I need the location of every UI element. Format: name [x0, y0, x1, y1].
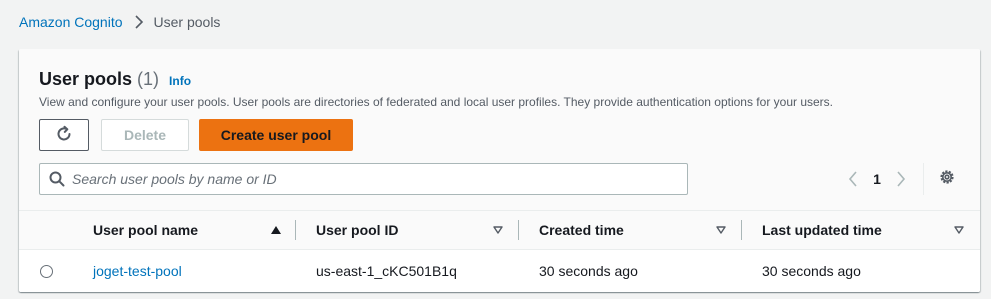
- table-header: User pool name User pool ID Created time…: [19, 211, 980, 250]
- last-updated-time: 30 seconds ago: [762, 263, 861, 279]
- info-link[interactable]: Info: [169, 74, 191, 88]
- row-select-radio[interactable]: [40, 265, 53, 278]
- column-header-created-time[interactable]: Created time: [539, 211, 624, 249]
- user-pools-header: User pools (1) Info View and configure y…: [19, 49, 980, 211]
- sort-icon[interactable]: [490, 211, 506, 249]
- pagination: 1: [841, 167, 913, 191]
- settings-button[interactable]: [935, 167, 959, 191]
- user-pools-container: User pools (1) Info View and configure y…: [19, 49, 980, 292]
- breadcrumb: Amazon Cognito User pools: [19, 12, 220, 32]
- column-divider: [741, 220, 742, 240]
- refresh-button[interactable]: [39, 119, 89, 151]
- column-divider: [518, 220, 519, 240]
- pool-count: (1): [137, 69, 160, 89]
- table-row[interactable]: joget-test-pool us-east-1_cKC501B1q 30 s…: [19, 250, 980, 292]
- breadcrumb-user-pools: User pools: [153, 14, 221, 30]
- search-icon: [42, 171, 72, 187]
- breadcrumb-amazon-cognito[interactable]: Amazon Cognito: [19, 14, 123, 30]
- create-user-pool-button[interactable]: Create user pool: [199, 119, 353, 151]
- previous-page-icon[interactable]: [841, 167, 865, 191]
- search-box: [39, 163, 688, 195]
- column-header-last-updated-time[interactable]: Last updated time: [762, 211, 882, 249]
- search-input[interactable]: [72, 165, 687, 193]
- user-pool-id: us-east-1_cKC501B1q: [316, 263, 457, 279]
- user-pool-name-link[interactable]: joget-test-pool: [93, 250, 182, 292]
- column-header-user-pool-name[interactable]: User pool name: [93, 211, 198, 249]
- column-divider: [295, 220, 296, 240]
- next-page-icon[interactable]: [889, 167, 913, 191]
- created-time: 30 seconds ago: [539, 263, 638, 279]
- pagination-divider: [923, 163, 924, 195]
- sort-icon[interactable]: [713, 211, 729, 249]
- column-header-user-pool-id[interactable]: User pool ID: [316, 211, 398, 249]
- page-number[interactable]: 1: [865, 171, 889, 187]
- page-title: User pools: [39, 69, 133, 89]
- refresh-icon: [55, 125, 73, 146]
- gear-icon: [938, 168, 956, 191]
- title-row: User pools (1) Info: [39, 69, 191, 90]
- chevron-right-icon: [134, 15, 144, 29]
- sort-ascending-icon[interactable]: [268, 211, 284, 249]
- delete-button[interactable]: Delete: [101, 119, 189, 151]
- page-description: View and configure your user pools. User…: [39, 95, 833, 109]
- sort-icon[interactable]: [951, 211, 967, 249]
